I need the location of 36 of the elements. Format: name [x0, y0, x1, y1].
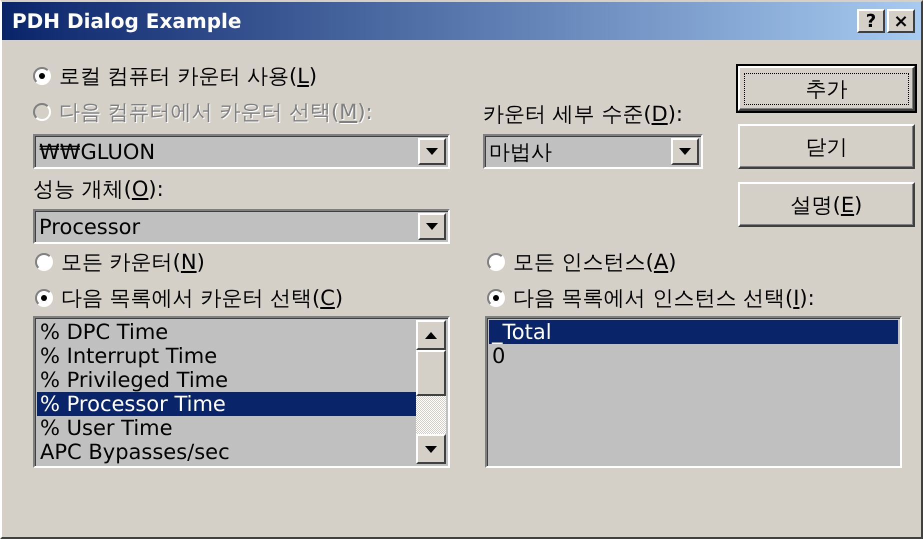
- dialog-button[interactable]: 닫기: [738, 124, 915, 169]
- radio-label: 다음 목록에서 인스턴스 선택(I):: [513, 285, 815, 312]
- radio-label: 모든 인스턴스(A): [513, 249, 676, 276]
- dialog-button[interactable]: 설명(E): [738, 182, 915, 227]
- list-item[interactable]: % Privileged Time: [37, 368, 416, 392]
- radio-label: 다음 목록에서 카운터 선택(C): [61, 285, 344, 312]
- list-item[interactable]: 0: [489, 344, 898, 368]
- list-item[interactable]: % User Time: [37, 416, 416, 440]
- radio-button[interactable]: [487, 289, 505, 307]
- list-item[interactable]: APC Bypasses/sec: [37, 440, 416, 464]
- radio-label: 모든 카운터(N): [61, 249, 205, 276]
- radio-button[interactable]: [35, 289, 53, 307]
- scroll-thumb[interactable]: [416, 350, 446, 396]
- radio-button[interactable]: [35, 253, 53, 271]
- scroll-up-icon[interactable]: [416, 320, 446, 350]
- dialog-button[interactable]: 추가: [738, 66, 915, 111]
- radio-label: 로컬 컴퓨터 카운터 사용(L): [59, 63, 318, 90]
- list-item[interactable]: % Interrupt Time: [37, 344, 416, 368]
- close-button[interactable]: ×: [887, 9, 915, 33]
- dropdown[interactable]: ₩₩GLUON: [33, 134, 450, 169]
- field-label: 카운터 세부 수준(D):: [483, 101, 684, 128]
- list-item[interactable]: % DPC Time: [37, 320, 416, 344]
- dropdown[interactable]: Processor: [33, 209, 450, 244]
- list-box[interactable]: _Total 0: [485, 316, 902, 468]
- scrollbar[interactable]: [416, 320, 446, 464]
- radio-button[interactable]: [487, 253, 505, 271]
- list-item[interactable]: _Total: [489, 320, 898, 344]
- radio-label: 다음 컴퓨터에서 카운터 선택(M):: [59, 99, 373, 126]
- field-label: 성능 개체(O):: [33, 176, 165, 203]
- radio-button[interactable]: [33, 67, 51, 85]
- dropdown[interactable]: 마법사: [483, 134, 703, 169]
- list-box[interactable]: % DPC Time % Interrupt Time % Privileged Time % Processor Time % User Time APC Bypasses/sec: [33, 316, 450, 468]
- list-item[interactable]: % Processor Time: [37, 392, 416, 416]
- scroll-down-icon[interactable]: [416, 434, 446, 464]
- window-title: PDH Dialog Example: [12, 9, 242, 33]
- help-button[interactable]: ?: [857, 9, 885, 33]
